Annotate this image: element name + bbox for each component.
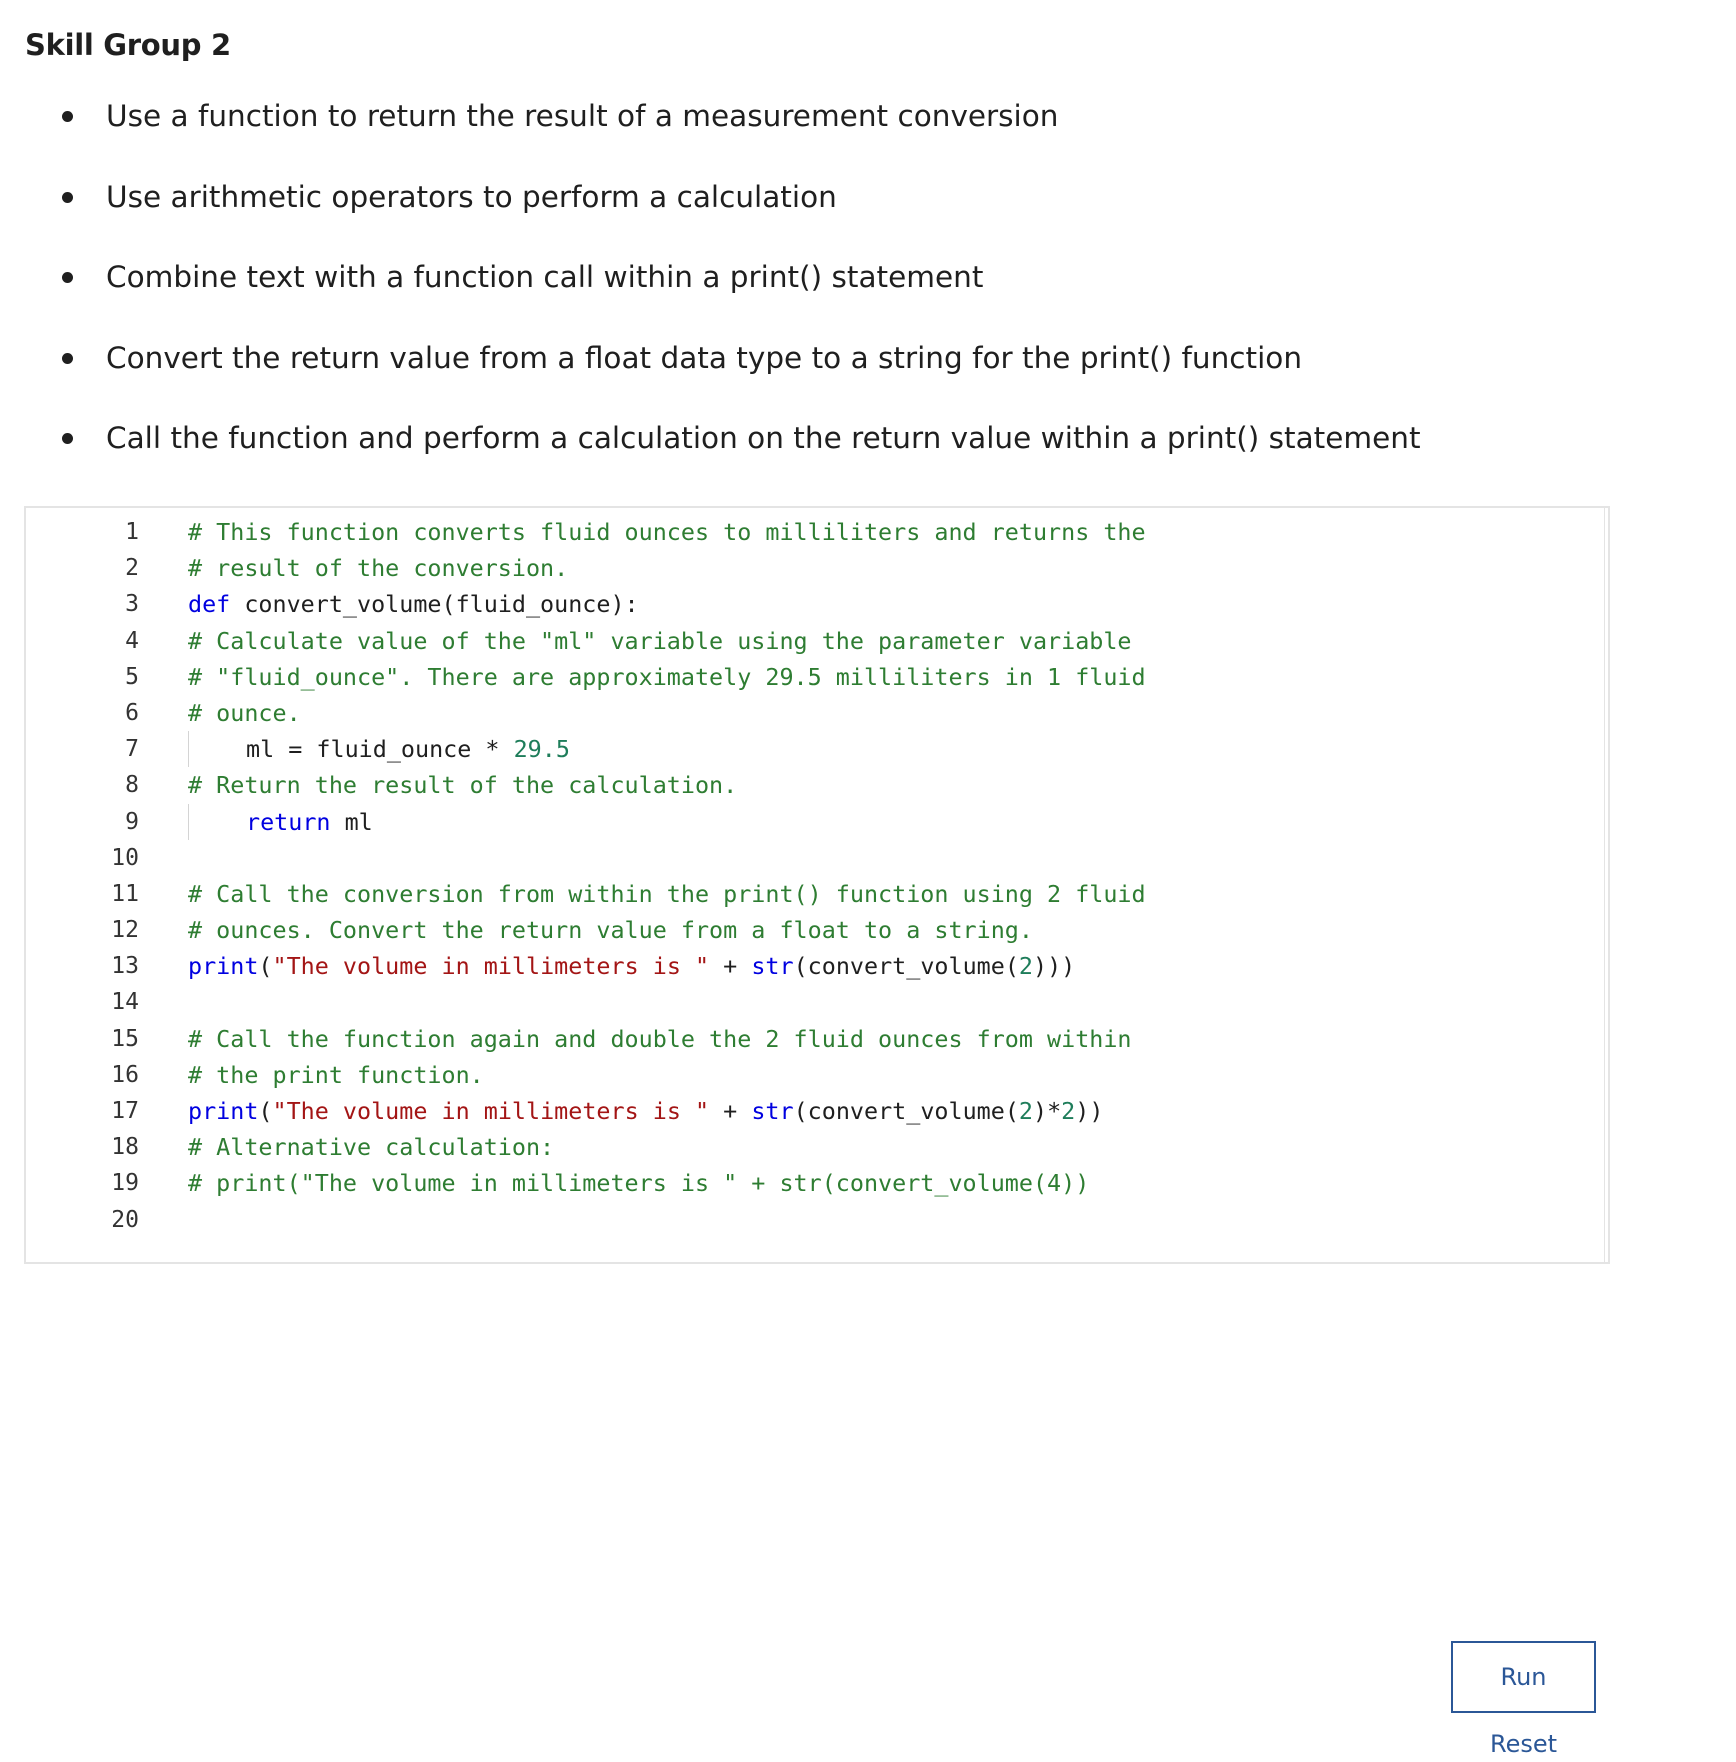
reset-link[interactable]: Reset xyxy=(1451,1726,1596,1762)
line-number: 18 xyxy=(111,1134,139,1161)
code-token-plain: ml = fluid_ounce * xyxy=(246,735,514,764)
line-number: 10 xyxy=(111,844,139,871)
bullet-icon xyxy=(62,272,73,283)
code-token-plain: ml xyxy=(330,807,373,836)
line-number: 17 xyxy=(111,1098,139,1124)
code-line[interactable]: # Call the function again and double the… xyxy=(188,1021,1368,1057)
code-line[interactable]: # This function converts fluid ounces to… xyxy=(188,514,1368,550)
code-line[interactable]: return ml xyxy=(188,803,1368,840)
line-number: 9 xyxy=(125,808,139,835)
code-line[interactable]: # "fluid_ounce". There are approximately… xyxy=(188,659,1368,695)
code-line[interactable]: # Return the result of the calculation. xyxy=(188,767,1368,803)
code-token-plain: (convert_volume( xyxy=(793,1097,1019,1125)
skill-text: Combine text with a function call within… xyxy=(106,260,984,294)
skill-text: Use arithmetic operators to perform a ca… xyxy=(106,179,837,214)
code-token-comment: # Calculate value of the "ml" variable u… xyxy=(188,626,1132,655)
code-token-keyword: return xyxy=(246,807,331,836)
skill-list-item: Use a function to return the result of a… xyxy=(0,96,1421,177)
code-token-number: 2 xyxy=(1018,952,1033,981)
code-token-plain: ( xyxy=(258,1097,273,1125)
line-number: 5 xyxy=(125,663,139,690)
code-line[interactable]: # print("The volume in millimeters is " … xyxy=(188,1165,1368,1201)
line-number: 15 xyxy=(111,1025,139,1052)
code-line[interactable]: # Alternative calculation: xyxy=(188,1129,1368,1165)
code-token-plain: convert_volume(fluid_ounce): xyxy=(230,590,639,619)
code-line[interactable]: ​ xyxy=(188,984,1368,1020)
code-line[interactable]: ​ xyxy=(188,840,1368,876)
code-token-number: 29.5 xyxy=(513,735,570,764)
code-token-comment: # Return the result of the calculation. xyxy=(188,771,738,800)
line-number: 11 xyxy=(111,880,139,907)
code-line[interactable]: # ounces. Convert the return value from … xyxy=(188,912,1368,948)
line-number: 7 xyxy=(125,736,139,763)
code-line[interactable]: # Call the conversion from within the pr… xyxy=(188,876,1368,912)
skill-list-item: Convert the return value from a float da… xyxy=(0,338,1421,419)
code-token-plain: ))) xyxy=(1033,952,1076,981)
code-token-keyword: def xyxy=(188,590,231,619)
line-number: 3 xyxy=(125,591,139,618)
bullet-icon xyxy=(62,352,73,364)
code-line[interactable]: # the print function. xyxy=(188,1057,1368,1093)
code-token-comment: # Alternative calculation: xyxy=(188,1133,555,1162)
code-token-comment: # ounces. Convert the return value from … xyxy=(188,916,1033,945)
code-token-plain: + xyxy=(709,1097,752,1125)
code-line[interactable]: # ounce. xyxy=(188,695,1368,731)
skill-list-item: Combine text with a function call within… xyxy=(0,257,1421,338)
code-line[interactable]: print("The volume in millimeters is " + … xyxy=(188,1093,1368,1129)
line-number-gutter: 1 2 3 4 5 6 7 8 9 10 11 12 13 14 15 16 17 18 19 20 xyxy=(26,514,139,1238)
bullet-icon xyxy=(62,191,73,203)
code-token-number: 2 xyxy=(1018,1097,1033,1125)
code-token-plain: )* xyxy=(1033,1097,1062,1125)
skill-text: Convert the return value from a float da… xyxy=(106,340,1303,375)
code-token-plain: ( xyxy=(258,952,273,981)
skill-list-item: Call the function and perform a calculat… xyxy=(0,418,1421,499)
line-number: 8 xyxy=(125,772,139,799)
code-line[interactable]: ​ xyxy=(188,1202,1368,1238)
code-token-comment: # Call the conversion from within the pr… xyxy=(188,879,1146,908)
line-number: 13 xyxy=(111,953,139,980)
line-number: 6 xyxy=(125,699,139,726)
code-token-comment: # result of the conversion. xyxy=(188,554,569,583)
skill-text: Call the function and perform a calculat… xyxy=(106,421,1421,455)
code-token-plain: )) xyxy=(1075,1097,1104,1125)
line-number: 20 xyxy=(111,1206,139,1233)
bullet-icon xyxy=(62,111,73,122)
code-token-string: "The volume in millimeters is " xyxy=(272,1097,710,1125)
line-number: 2 xyxy=(125,555,139,582)
code-token-builtin: print xyxy=(188,952,259,981)
code-token-comment: # ounce. xyxy=(188,698,301,727)
code-line[interactable]: # result of the conversion. xyxy=(188,550,1368,586)
code-token-builtin: print xyxy=(188,1097,259,1125)
page-title: Skill Group 2 xyxy=(25,28,231,62)
line-number: 14 xyxy=(111,989,139,1016)
code-token-comment: # the print function. xyxy=(188,1060,484,1089)
code-token-comment: # print("The volume in millimeters is " … xyxy=(188,1169,1090,1198)
skill-list: Use a function to return the result of a… xyxy=(0,96,1421,499)
editor-divider xyxy=(1604,508,1605,1262)
code-line[interactable]: # Calculate value of the "ml" variable u… xyxy=(188,623,1368,659)
code-editor-panel: 1 2 3 4 5 6 7 8 9 10 11 12 13 14 15 16 17 18 19 20 # This f… xyxy=(24,506,1610,1758)
code-line[interactable]: def convert_volume(fluid_ounce): xyxy=(188,586,1368,622)
code-token-comment: # This function converts fluid ounces to… xyxy=(188,518,1146,546)
line-number: 16 xyxy=(111,1061,139,1088)
code-token-comment: # "fluid_ounce". There are approximately… xyxy=(188,662,1146,691)
skill-list-item: Use arithmetic operators to perform a ca… xyxy=(0,177,1421,258)
line-number: 12 xyxy=(111,917,139,944)
run-button[interactable]: Run xyxy=(1451,1641,1596,1713)
code-token-plain: + xyxy=(709,952,752,981)
line-number: 1 xyxy=(125,519,139,545)
bullet-icon xyxy=(62,433,73,444)
code-editor[interactable]: # This function converts fluid ounces to… xyxy=(188,514,1368,1238)
skill-text: Use a function to return the result of a… xyxy=(106,99,1059,133)
code-token-number: 2 xyxy=(1061,1097,1076,1125)
code-token-string: "The volume in millimeters is " xyxy=(272,952,710,981)
code-token-builtin: str xyxy=(751,1097,794,1125)
code-line[interactable]: print("The volume in millimeters is " + … xyxy=(188,948,1368,984)
code-token-comment: # Call the function again and double the… xyxy=(188,1024,1132,1053)
code-line[interactable]: ml = fluid_ounce * 29.5 xyxy=(188,731,1368,768)
line-number: 19 xyxy=(111,1170,139,1197)
code-token-plain: (convert_volume( xyxy=(793,952,1019,981)
line-number: 4 xyxy=(125,627,139,654)
code-token-builtin: str xyxy=(751,952,794,981)
